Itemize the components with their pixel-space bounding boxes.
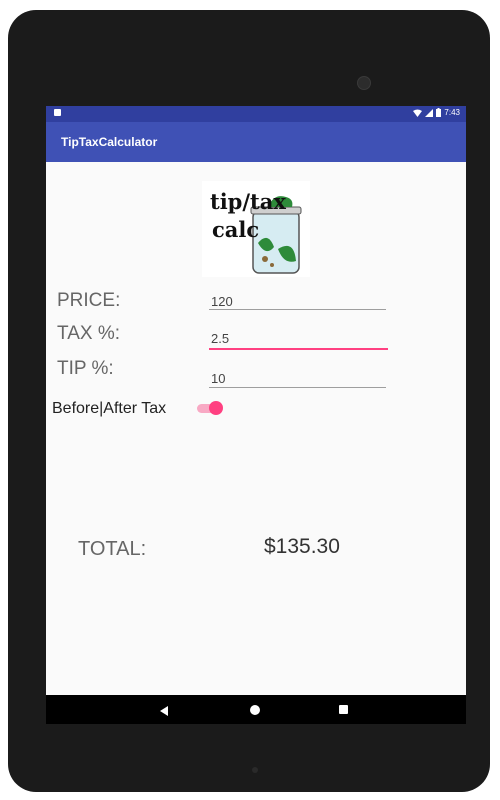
tax-underline-focused (209, 348, 388, 350)
tablet-device: 7:43 TipTaxCalculator tip/tax calc PRICE… (8, 10, 490, 792)
total-label: TOTAL: (78, 538, 147, 560)
app-title: TipTaxCalculator (61, 135, 158, 149)
logo-text-line1: tip/tax (210, 189, 286, 214)
status-icons: 7:43 (413, 108, 460, 117)
front-camera (357, 76, 371, 90)
device-sensor (252, 767, 258, 773)
total-value: $135.30 (264, 535, 340, 558)
tip-value: 10 (211, 371, 226, 386)
battery-icon (436, 108, 442, 117)
tax-value: 2.5 (211, 331, 230, 346)
navigation-bar (46, 695, 466, 724)
logo-text-line2: calc (212, 217, 260, 242)
tip-tax-calc-logo: tip/tax calc (202, 181, 310, 277)
status-bar: 7:43 (46, 106, 466, 122)
price-value: 120 (211, 294, 233, 309)
screen: 7:43 TipTaxCalculator tip/tax calc PRICE… (46, 106, 466, 724)
price-underline (209, 309, 386, 310)
before-after-tax-label: Before|After Tax (52, 400, 167, 417)
wifi-icon (413, 109, 423, 117)
notification-icon (54, 109, 61, 116)
tax-label: TAX %: (57, 323, 120, 344)
back-icon[interactable] (160, 706, 168, 716)
price-label: PRICE: (57, 290, 121, 311)
status-time: 7:43 (444, 108, 460, 117)
tip-underline (209, 387, 386, 388)
tip-label: TIP %: (57, 358, 114, 379)
recents-icon[interactable] (339, 705, 348, 714)
home-icon[interactable] (250, 705, 260, 715)
switch-thumb (209, 401, 223, 415)
signal-icon (425, 108, 434, 117)
app-bar: TipTaxCalculator (46, 122, 466, 162)
